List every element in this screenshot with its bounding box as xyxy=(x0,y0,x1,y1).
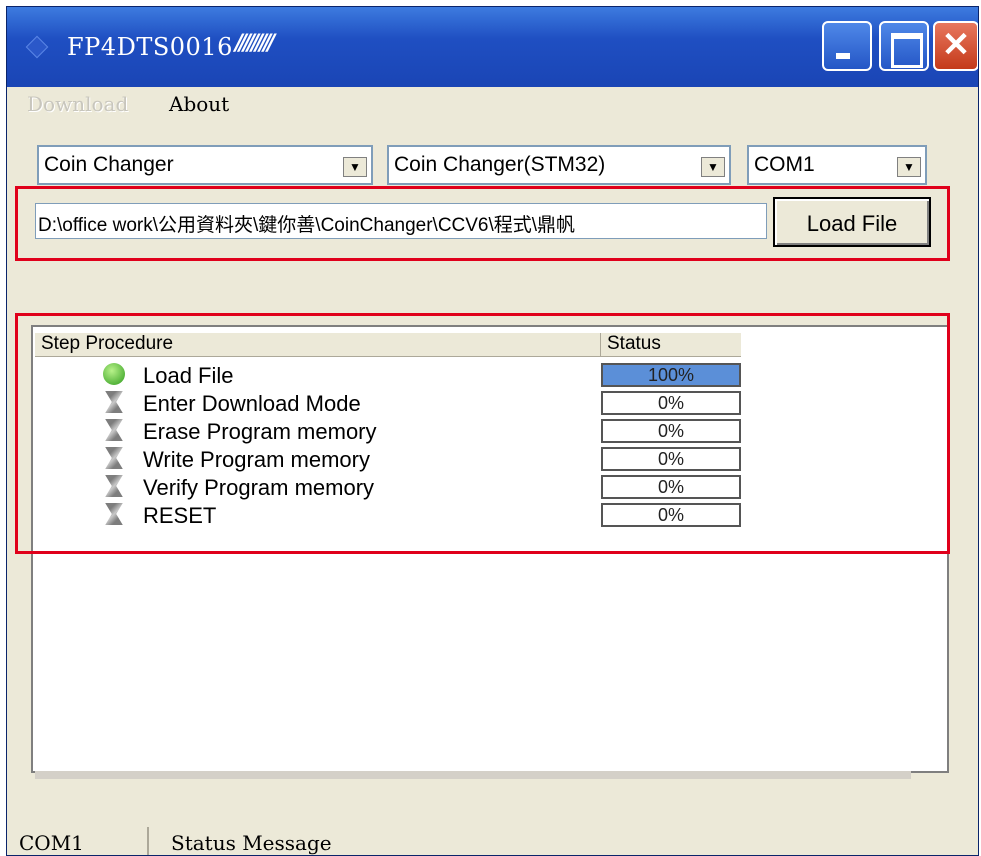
status-bar: COM1 Status Message xyxy=(7,821,978,855)
device-select[interactable]: Coin Changer ▼ xyxy=(37,145,373,185)
model-select-value: Coin Changer(STM32) xyxy=(394,153,606,176)
hourglass-icon xyxy=(105,503,123,525)
hourglass-icon xyxy=(105,447,123,469)
menu-download[interactable]: Download xyxy=(27,92,128,116)
column-header-procedure[interactable]: Step Procedure xyxy=(35,333,601,357)
step-status-text: 0% xyxy=(657,421,684,441)
horizontal-scrollbar[interactable] xyxy=(35,771,911,779)
app-window: FP4DTS0016 ///////// ✕ Download About Co… xyxy=(6,6,979,856)
port-select-value: COM1 xyxy=(754,153,815,176)
load-file-button[interactable]: Load File xyxy=(773,197,931,247)
step-status-text: 100% xyxy=(647,365,695,385)
app-icon xyxy=(25,35,49,59)
menu-bar: Download About xyxy=(7,87,978,123)
step-label: Write Program memory xyxy=(143,447,370,472)
step-status-text: 0% xyxy=(657,449,684,469)
column-header-status[interactable]: Status xyxy=(601,333,741,357)
window-title: FP4DTS0016 xyxy=(67,33,233,61)
status-port: COM1 xyxy=(19,831,84,855)
step-status: 100% xyxy=(601,363,741,387)
step-status: 0% xyxy=(601,391,741,415)
step-status: 0% xyxy=(601,475,741,499)
port-select[interactable]: COM1 ▼ xyxy=(747,145,927,185)
step-label: Load File xyxy=(143,363,234,388)
step-status-text: 0% xyxy=(657,393,684,413)
step-status: 0% xyxy=(601,419,741,443)
steps-list[interactable]: Step Procedure Status Load File 100% Ent… xyxy=(31,325,949,779)
file-path-field[interactable]: D:\office work\公用資料夾\鍵你善\CoinChanger\CCV… xyxy=(35,203,767,239)
step-status: 0% xyxy=(601,503,741,527)
step-status-text: 0% xyxy=(657,505,684,525)
maximize-button[interactable] xyxy=(879,21,929,71)
step-row-verify[interactable]: Verify Program memory 0% xyxy=(33,473,947,501)
step-row-erase[interactable]: Erase Program memory 0% xyxy=(33,417,947,445)
step-status-text: 0% xyxy=(657,477,684,497)
step-row-reset[interactable]: RESET 0% xyxy=(33,501,947,529)
menu-about[interactable]: About xyxy=(169,92,229,116)
model-select[interactable]: Coin Changer(STM32) ▼ xyxy=(387,145,731,185)
step-status: 0% xyxy=(601,447,741,471)
minimize-button[interactable] xyxy=(822,21,872,71)
step-label: Enter Download Mode xyxy=(143,391,361,416)
file-path-value: D:\office work\公用資料夾\鍵你善\CoinChanger\CCV… xyxy=(38,215,576,236)
close-icon: ✕ xyxy=(941,26,971,64)
title-bar[interactable]: FP4DTS0016 ///////// ✕ xyxy=(7,7,978,87)
checkmark-icon xyxy=(103,363,125,385)
chevron-down-icon[interactable]: ▼ xyxy=(897,157,921,177)
step-row-enter-download-mode[interactable]: Enter Download Mode 0% xyxy=(33,389,947,417)
step-label: RESET xyxy=(143,503,217,528)
status-divider xyxy=(147,827,149,855)
hourglass-icon xyxy=(105,391,123,413)
device-select-value: Coin Changer xyxy=(44,153,174,176)
step-row-load-file[interactable]: Load File 100% xyxy=(33,361,947,389)
chevron-down-icon[interactable]: ▼ xyxy=(343,157,367,177)
load-file-label: Load File xyxy=(806,211,898,236)
hourglass-icon xyxy=(105,475,123,497)
hourglass-icon xyxy=(105,419,123,441)
step-row-write[interactable]: Write Program memory 0% xyxy=(33,445,947,473)
step-label: Verify Program memory xyxy=(143,475,375,500)
status-message: Status Message xyxy=(171,831,332,855)
close-button[interactable]: ✕ xyxy=(933,21,978,71)
chevron-down-icon[interactable]: ▼ xyxy=(701,157,725,177)
window-title-suffix: ///////// xyxy=(235,31,275,56)
step-label: Erase Program memory xyxy=(143,419,377,444)
